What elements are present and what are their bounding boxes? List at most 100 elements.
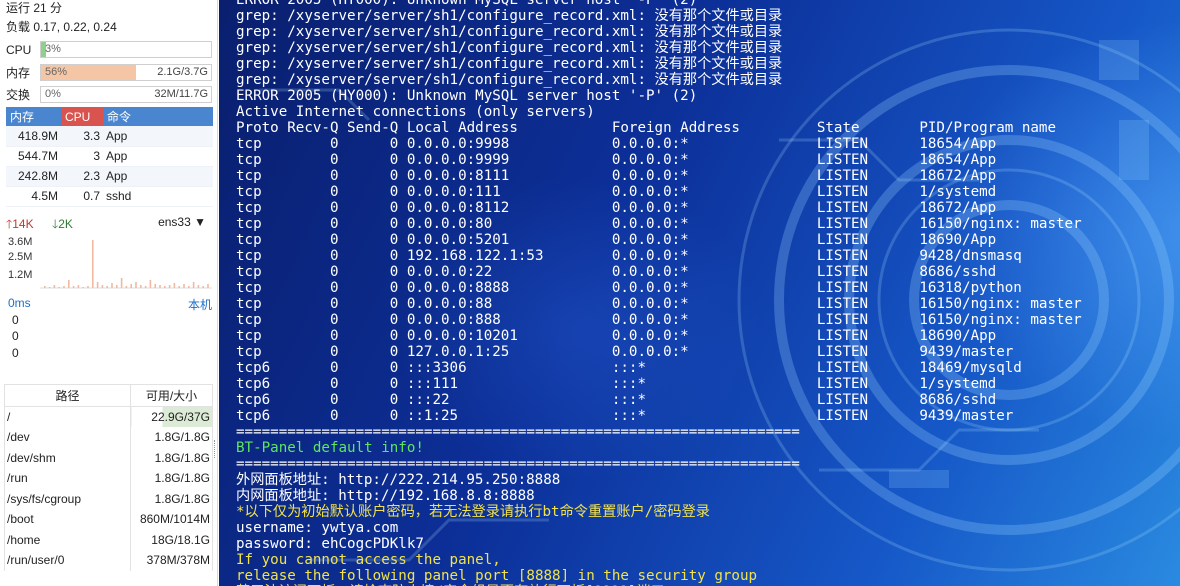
disk-path: /sys/fs/cgroup	[4, 488, 131, 509]
process-row[interactable]: 418.9M 3.3 App	[6, 126, 213, 147]
disk-avail: 860M/1014M	[130, 509, 213, 530]
process-row[interactable]: 242.8M 2.3 App	[6, 166, 213, 187]
disk-row[interactable]: /home 18G/18.1G	[4, 529, 213, 550]
disk-header-path[interactable]: 路径	[4, 384, 131, 407]
network-activity-bar	[120, 278, 123, 288]
disk-path: /run/user/0	[4, 550, 131, 571]
process-row[interactable]: 4.5M 0.7 sshd	[6, 186, 213, 207]
process-mem-value: 4.5M	[31, 189, 58, 203]
disk-path: /home	[4, 529, 131, 550]
disk-path: /dev	[4, 427, 131, 448]
network-activity-bar	[111, 283, 113, 288]
network-tick-2: 2.5M	[8, 251, 32, 263]
terminal-window[interactable]: ERROR 2005 (HY000): Unknown MySQL server…	[219, 0, 1180, 586]
network-activity-bar	[116, 285, 118, 288]
network-bars	[44, 240, 209, 288]
disk-row[interactable]: /boot 860M/1014M	[4, 509, 213, 530]
disk-row[interactable]: /sys/fs/cgroup 1.8G/1.8G	[4, 488, 213, 509]
disk-avail: 22.9G/37G	[130, 406, 213, 427]
terminal-line: If you cannot access the panel,	[236, 552, 501, 568]
disk-row[interactable]: /run 1.8G/1.8G	[4, 468, 213, 489]
disk-avail: 1.8G/1.8G	[130, 468, 213, 489]
interface-select[interactable]: ens33 ▼	[158, 215, 206, 229]
terminal-line: tcp 0 0 0.0.0.0:22 0.0.0.0:* LISTEN 8686…	[236, 264, 997, 280]
swap-meter: 0% 32M/11.7G	[40, 86, 212, 103]
swap-usage: 32M/11.7G	[154, 88, 208, 100]
network-activity-bar	[135, 282, 137, 288]
terminal-line: grep: /xyserver/server/sh1/configure_rec…	[236, 24, 783, 40]
terminal-line: tcp 0 0 0.0.0.0:9999 0.0.0.0:* LISTEN 18…	[236, 152, 997, 168]
upload-speed: 🡑14K	[6, 215, 34, 236]
process-mem-value: 418.9M	[17, 128, 58, 143]
terminal-line: ERROR 2005 (HY000): Unknown MySQL server…	[236, 88, 698, 104]
cpu-percent: 3%	[45, 43, 61, 55]
network-activity-bar	[72, 286, 75, 288]
process-mem-value: 544.7M	[17, 149, 58, 163]
terminal-line: Active Internet connections (only server…	[236, 104, 595, 120]
terminal-line: tcp 0 0 0.0.0.0:80 0.0.0.0:* LISTEN 1615…	[236, 216, 1082, 232]
uptime-text: 运行 21 分	[6, 1, 63, 15]
terminal-line: grep: /xyserver/server/sh1/configure_rec…	[236, 56, 783, 72]
monitor-sidebar: 运行 21 分 负载 0.17, 0.22, 0.24 CPU 3% 内存 56…	[0, 0, 218, 586]
cpu-label: CPU	[6, 42, 32, 57]
swap-meter-row: 交换 0% 32M/11.7G	[0, 83, 212, 106]
terminal-line: ERROR 2005 (HY000): Unknown MySQL server…	[236, 0, 698, 8]
network-activity-bar	[140, 285, 142, 288]
disk-avail: 1.8G/1.8G	[130, 447, 213, 468]
terminal-line: tcp 0 0 0.0.0.0:888 0.0.0.0:* LISTEN 161…	[236, 312, 1082, 328]
network-activity-bar	[144, 286, 147, 288]
disk-row[interactable]: /22.9G/37G	[4, 406, 213, 427]
download-speed: 🡓2K	[52, 215, 73, 236]
disk-row[interactable]: /dev/shm 1.8G/1.8G	[4, 447, 213, 468]
process-header-cpu[interactable]: CPU	[61, 107, 103, 126]
terminal-line: tcp 0 0 0.0.0.0:8112 0.0.0.0:* LISTEN 18…	[236, 200, 997, 216]
terminal-line: grep: /xyserver/server/sh1/configure_rec…	[236, 8, 783, 24]
terminal-line: *以下仅为初始默认账户密码，若无法登录请执行bt命令重置账户/密码登录	[236, 504, 710, 520]
ping-host[interactable]: 本机	[188, 296, 212, 313]
terminal-line: BT-Panel default info!	[236, 440, 424, 456]
terminal-line: 内网面板地址: http://192.168.8.8:8888	[236, 488, 535, 504]
process-cpu: 2.3	[61, 166, 103, 187]
network-activity-bar	[183, 284, 185, 288]
network-activity-bar	[130, 284, 132, 288]
terminal-line: tcp6 0 0 :::22 :::* LISTEN 8686/sshd	[236, 392, 997, 408]
terminal-line: tcp 0 0 0.0.0.0:8888 0.0.0.0:* LISTEN 16…	[236, 280, 1022, 296]
terminal-line: 外网面板地址: http://222.214.95.250:8888	[236, 472, 561, 488]
process-table: 内存 CPU 命令 418.9M 3.3 App 544.7M 3 App 24…	[6, 107, 213, 207]
network-activity-bar	[178, 286, 180, 288]
memory-label: 内存	[6, 66, 31, 80]
process-command: App	[103, 146, 213, 167]
network-activity-bar	[188, 286, 190, 288]
process-header-mem[interactable]: 内存	[6, 107, 61, 126]
terminal-line: tcp 0 0 127.0.0.1:25 0.0.0.0:* LISTEN 94…	[236, 344, 1014, 360]
disk-path: /boot	[4, 509, 131, 530]
disk-row[interactable]: /run/user/0 378M/378M	[4, 550, 213, 571]
disk-path: /	[4, 406, 131, 427]
disk-path: /dev/shm	[4, 447, 131, 468]
network-header: 🡑14K 🡓2K ens33 ▼	[6, 215, 210, 233]
download-value: 2K	[58, 217, 73, 231]
terminal-line: tcp 0 0 0.0.0.0:5201 0.0.0.0:* LISTEN 18…	[236, 232, 997, 248]
terminal-line: username: ywtya.com	[236, 520, 399, 536]
terminal-line: tcp 0 0 0.0.0.0:10201 0.0.0.0:* LISTEN 1…	[236, 328, 997, 344]
terminal-line: grep: /xyserver/server/sh1/configure_rec…	[236, 40, 783, 56]
disk-header-avail[interactable]: 可用/大小	[130, 384, 213, 407]
process-cpu: 3	[61, 146, 103, 167]
ping-value: 0	[12, 329, 19, 343]
network-activity-bar	[192, 282, 195, 288]
network-activity-bar	[82, 287, 84, 288]
terminal-line: Proto Recv-Q Send-Q Local Address Foreig…	[236, 120, 1056, 136]
interface-name: ens33	[158, 215, 191, 229]
swap-percent: 0%	[45, 88, 61, 100]
terminal-line: tcp 0 0 0.0.0.0:8111 0.0.0.0:* LISTEN 18…	[236, 168, 997, 184]
process-row[interactable]: 544.7M 3 App	[6, 146, 213, 167]
process-header-command[interactable]: 命令	[103, 107, 213, 126]
terminal-line: tcp 0 0 0.0.0.0:9998 0.0.0.0:* LISTEN 18…	[236, 136, 997, 152]
panel-splitter-handle[interactable]	[214, 440, 217, 458]
network-activity-bar	[207, 284, 209, 288]
process-mem-value: 242.8M	[17, 169, 58, 183]
process-command: App	[103, 166, 213, 187]
network-activity-bar	[58, 287, 60, 288]
process-mem: 418.9M	[6, 126, 61, 147]
disk-row[interactable]: /dev 1.8G/1.8G	[4, 427, 213, 448]
